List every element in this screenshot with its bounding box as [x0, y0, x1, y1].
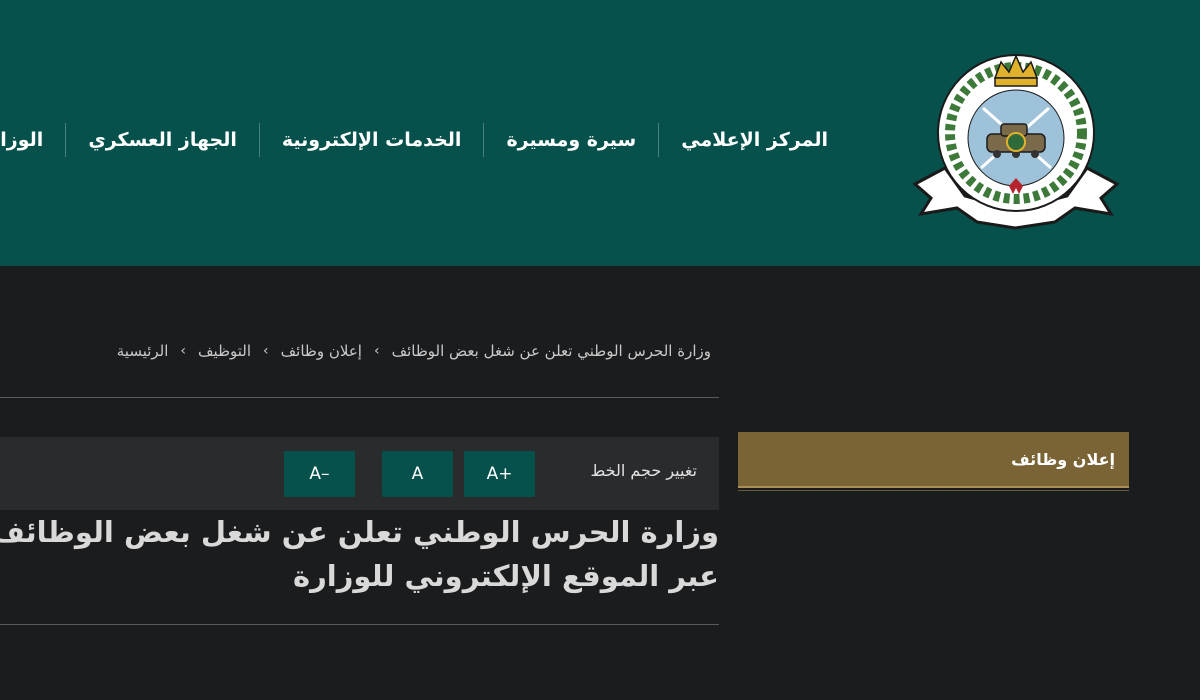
- sidebar-divider: [738, 490, 1129, 491]
- ministry-logo-emblem[interactable]: [905, 38, 1127, 230]
- font-normal-button[interactable]: A: [382, 451, 453, 497]
- font-decrease-button[interactable]: A–: [284, 451, 355, 497]
- main-nav: الوزارة الجهاز العسكري الخدمات الإلكترون…: [0, 118, 828, 162]
- breadcrumb-job-announcements[interactable]: إعلان وظائف: [281, 342, 362, 360]
- chevron-left-icon: ›: [263, 343, 269, 359]
- breadcrumb-employment[interactable]: التوظيف: [198, 342, 251, 360]
- sidebar-item-job-announcements[interactable]: إعلان وظائف: [738, 432, 1129, 488]
- nav-item-history[interactable]: سيرة ومسيرة: [506, 118, 636, 162]
- sidebar-item-label: إعلان وظائف: [1011, 449, 1115, 469]
- breadcrumb-home[interactable]: الرئيسية: [117, 342, 169, 360]
- nav-item-military-apparatus[interactable]: الجهاز العسكري: [88, 118, 237, 162]
- nav-item-e-services[interactable]: الخدمات الإلكترونية: [282, 118, 462, 162]
- nav-item-ministry[interactable]: الوزارة: [0, 118, 43, 162]
- site-header: الوزارة الجهاز العسكري الخدمات الإلكترون…: [0, 0, 1200, 266]
- chevron-left-icon: ›: [373, 343, 380, 359]
- chevron-left-icon: ›: [180, 343, 187, 359]
- article-title: وزارة الحرس الوطني تعلن عن شغل بعض الوظا…: [0, 510, 719, 598]
- breadcrumb-divider: [0, 397, 719, 398]
- nav-divider: [258, 123, 260, 157]
- breadcrumb: الرئيسية › التوظيف › إعلان وظائف › وزارة…: [117, 338, 711, 364]
- nav-item-media-center[interactable]: المركز الإعلامي: [681, 118, 828, 162]
- nav-divider: [65, 123, 67, 157]
- nav-divider: [658, 123, 660, 157]
- font-size-label: تغيير حجم الخط: [590, 461, 697, 480]
- article-title-line-1: وزارة الحرس الوطني تعلن عن شغل بعض الوظا…: [0, 515, 719, 549]
- font-size-bar: تغيير حجم الخط A+ A A–: [0, 437, 719, 510]
- title-divider: [0, 624, 719, 625]
- font-increase-button[interactable]: A+: [464, 451, 535, 497]
- nav-divider: [483, 123, 485, 157]
- breadcrumb-current: وزارة الحرس الوطني تعلن عن شغل بعض الوظا…: [391, 342, 711, 360]
- article-title-line-2: عبر الموقع الإلكتروني للوزارة: [292, 559, 719, 593]
